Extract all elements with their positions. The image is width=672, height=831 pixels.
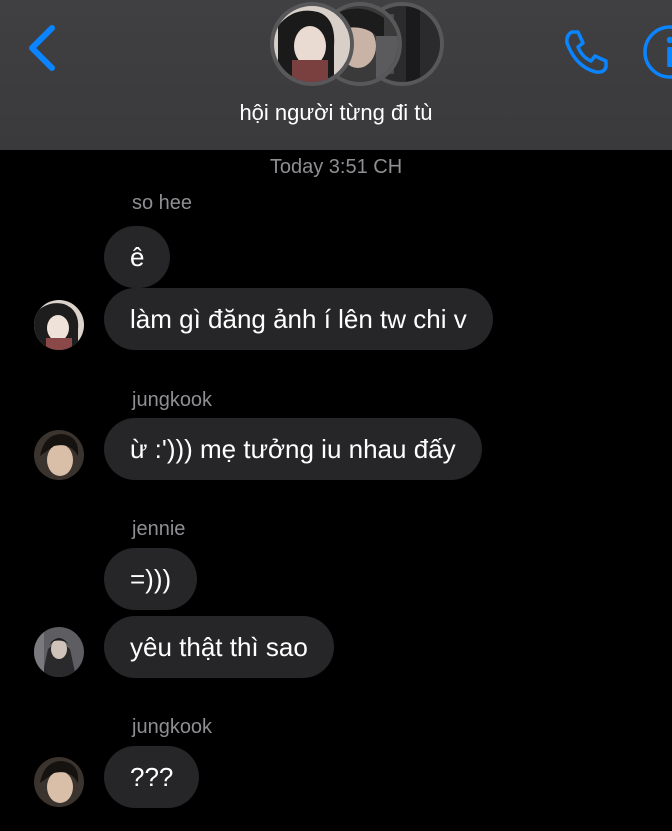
sender-name: so hee xyxy=(132,192,193,214)
message-bubble[interactable]: ??? xyxy=(104,746,200,808)
group-avatar-stack[interactable] xyxy=(268,0,458,92)
sender-name: jennie xyxy=(132,518,186,540)
phone-icon xyxy=(560,26,612,78)
chat-header: hội người từng đi tù xyxy=(0,0,672,150)
sender-name: jungkook xyxy=(132,716,213,738)
sender-avatar[interactable] xyxy=(34,300,84,350)
info-button[interactable] xyxy=(640,24,672,80)
sender-avatar[interactable] xyxy=(34,430,84,480)
sender-avatar[interactable] xyxy=(34,627,84,677)
group-title[interactable]: hội người từng đi tù xyxy=(0,100,672,126)
message-bubble[interactable]: ê xyxy=(104,226,171,288)
call-button[interactable] xyxy=(560,26,612,78)
message-bubble[interactable]: =))) xyxy=(104,548,198,610)
back-button[interactable] xyxy=(24,22,64,74)
message-bubble[interactable]: làm gì đăng ảnh í lên tw chi v xyxy=(104,288,493,350)
chevron-left-icon xyxy=(24,22,64,74)
info-icon xyxy=(640,24,672,80)
message-bubble[interactable]: ừ :'))) mẹ tưởng iu nhau đấy xyxy=(104,418,482,480)
sender-name: jungkook xyxy=(132,389,213,411)
chat-timestamp: Today 3:51 CH xyxy=(269,156,403,178)
group-member-avatar xyxy=(270,2,354,86)
sender-avatar[interactable] xyxy=(34,757,84,807)
chat-screen: hội người từng đi tù Today 3:51 CH so he… xyxy=(0,0,672,831)
message-bubble[interactable]: yêu thật thì sao xyxy=(104,616,334,678)
